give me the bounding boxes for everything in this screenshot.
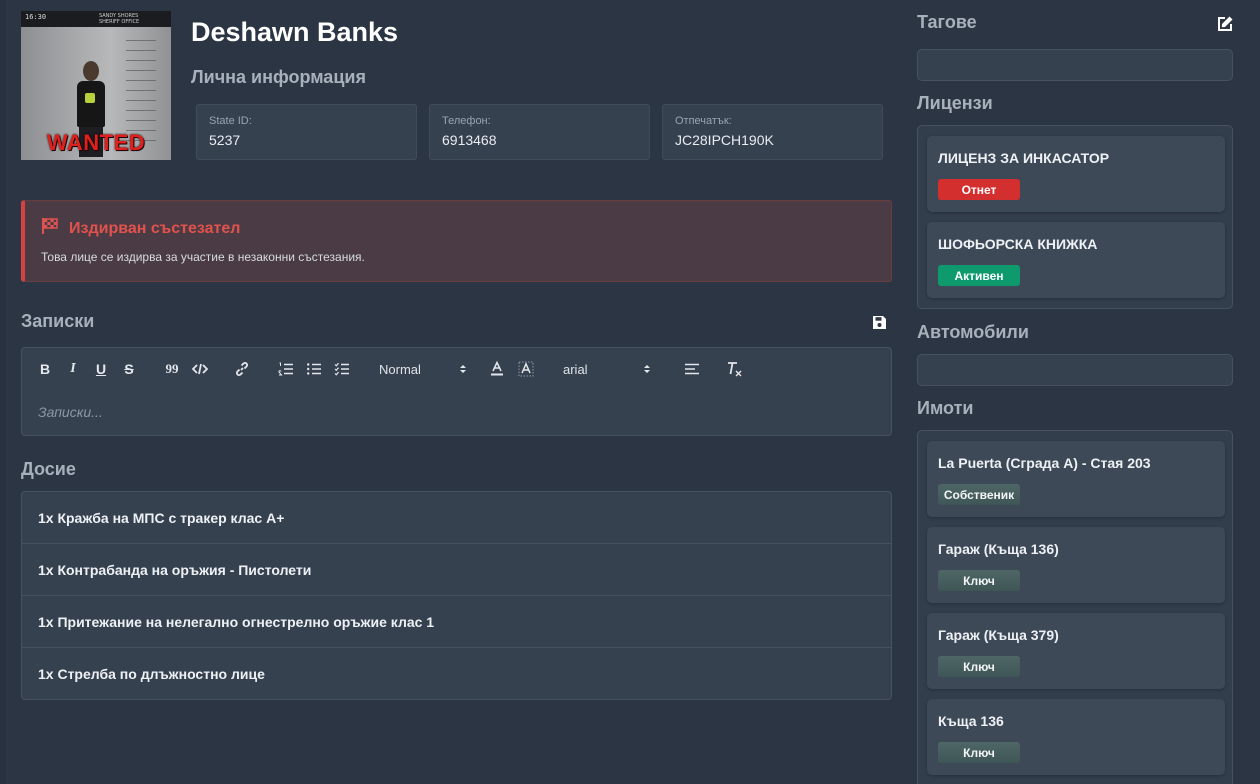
bullet-list-icon <box>307 363 321 375</box>
link-button[interactable] <box>234 360 250 378</box>
property-card[interactable]: Гараж (Къща 379) Ключ <box>927 613 1225 689</box>
strike-button[interactable]: S <box>122 360 136 378</box>
tags-box[interactable] <box>917 49 1233 81</box>
property-role-badge: Собственик <box>938 484 1020 505</box>
background-color-icon <box>518 361 534 377</box>
mugshot-photo: 16:30 SANDY SHORES SHERIFF OFFICE WANTED <box>21 11 171 160</box>
blockquote-button[interactable]: 99 <box>164 360 180 378</box>
header-select[interactable]: Normal <box>379 360 467 378</box>
licenses-title: Лицензи <box>917 93 993 113</box>
clear-format-icon <box>728 362 742 377</box>
property-name: Къща 136 <box>938 713 1004 729</box>
background-color-button[interactable] <box>518 360 534 378</box>
dossier-item[interactable]: 1x Контрабанда на оръжия - Пистолети <box>22 544 891 596</box>
dossier-item[interactable]: 1x Стрелба по длъжностно лице <box>22 648 891 699</box>
vehicles-title: Автомобили <box>917 322 1029 342</box>
text-color-icon <box>491 361 503 376</box>
licenses-panel: ЛИЦЕНЗ ЗА ИНКАСАТОР Отнет ШОФЬОРСКА КНИЖ… <box>917 125 1233 309</box>
dossier-title: Досие <box>21 459 76 479</box>
properties-panel: La Puerta (Сграда А) - Стая 203 Собствен… <box>917 430 1233 784</box>
underline-button[interactable]: U <box>94 360 108 378</box>
state-id-label: State ID: <box>209 115 252 127</box>
property-name: La Puerta (Сграда А) - Стая 203 <box>938 455 1151 471</box>
code-icon <box>192 363 208 375</box>
license-name: ШОФЬОРСКА КНИЖКА <box>938 236 1098 252</box>
person-head <box>83 61 99 81</box>
checklist-icon <box>334 362 349 376</box>
fingerprint-label: Отпечатък: <box>675 115 732 127</box>
license-card[interactable]: ЛИЦЕНЗ ЗА ИНКАСАТОР Отнет <box>927 136 1225 212</box>
notes-editor: B I U S 99 Normal arial Записки... <box>21 347 892 436</box>
select-arrows-icon <box>644 365 650 373</box>
fingerprint-field: Отпечатък: JC28IPCH190K <box>662 104 883 160</box>
dossier-list: 1x Кражба на МПС с тракер клас А+ 1x Кон… <box>21 491 892 700</box>
bullet-list-button[interactable] <box>306 360 322 378</box>
person-name: Deshawn Banks <box>191 17 399 47</box>
property-role-badge: Ключ <box>938 742 1020 763</box>
select-arrows-icon <box>460 365 466 373</box>
property-card[interactable]: La Puerta (Сграда А) - Стая 203 Собствен… <box>927 441 1225 517</box>
text-color-button[interactable] <box>490 360 504 378</box>
left-edge <box>0 0 6 784</box>
fingerprint-value: JC28IPCH190K <box>675 132 774 148</box>
license-name: ЛИЦЕНЗ ЗА ИНКАСАТОР <box>938 150 1110 166</box>
code-block-button[interactable] <box>192 360 208 378</box>
phone-field: Телефон: 6913468 <box>429 104 650 160</box>
font-select[interactable]: arial <box>563 360 651 378</box>
shirt-print <box>85 93 95 103</box>
property-role-badge: Ключ <box>938 570 1020 591</box>
alert-title: Издирван състезател <box>69 220 241 237</box>
align-left-icon <box>685 363 699 375</box>
header-select-value: Normal <box>379 361 421 377</box>
tags-title: Тагове <box>917 12 977 32</box>
save-icon[interactable] <box>872 315 887 330</box>
photo-timecode: 16:30 <box>25 13 47 21</box>
property-card[interactable]: Гараж (Къща 136) Ключ <box>927 527 1225 603</box>
font-select-value: arial <box>563 361 588 377</box>
property-card[interactable]: Къща 136 Ключ <box>927 699 1225 775</box>
edit-tags-icon[interactable] <box>1216 15 1234 33</box>
vehicles-box[interactable] <box>917 354 1233 386</box>
license-card[interactable]: ШОФЬОРСКА КНИЖКА Активен <box>927 222 1225 298</box>
ordered-list-button[interactable] <box>278 360 294 378</box>
editor-toolbar: B I U S 99 Normal arial <box>22 348 891 390</box>
checklist-button[interactable] <box>334 360 350 378</box>
wanted-racer-alert: Издирван състезател Това лице се издирва… <box>21 200 892 282</box>
phone-value: 6913468 <box>442 132 497 148</box>
height-chart <box>126 31 156 141</box>
dossier-item[interactable]: 1x Притежание на нелегално огнестрелно о… <box>22 596 891 648</box>
notes-input[interactable]: Записки... <box>38 404 103 420</box>
license-status-badge: Отнет <box>938 179 1020 200</box>
license-status-badge: Активен <box>938 265 1020 286</box>
ordered-list-icon <box>278 362 293 376</box>
wanted-overlay: WANTED <box>46 130 146 155</box>
person-body <box>77 81 105 127</box>
italic-button[interactable]: I <box>66 360 80 378</box>
align-button[interactable] <box>684 360 700 378</box>
state-id-field: State ID: 5237 <box>196 104 417 160</box>
bold-button[interactable]: B <box>38 360 52 378</box>
dossier-item[interactable]: 1x Кражба на МПС с тракер клас А+ <box>22 492 891 544</box>
property-name: Гараж (Къща 379) <box>938 627 1059 643</box>
alert-text: Това лице се издирва за участие в незако… <box>41 250 365 264</box>
photo-caption: SANDY SHORES SHERIFF OFFICE <box>99 13 140 25</box>
phone-label: Телефон: <box>442 115 491 127</box>
notes-title: Записки <box>21 311 95 331</box>
checkered-flag-icon <box>41 217 59 240</box>
link-icon <box>236 362 248 376</box>
property-role-badge: Ключ <box>938 656 1020 677</box>
property-name: Гараж (Къща 136) <box>938 541 1059 557</box>
clear-format-button[interactable] <box>726 360 742 378</box>
properties-title: Имоти <box>917 398 974 418</box>
personal-info-title: Лична информация <box>191 67 366 87</box>
state-id-value: 5237 <box>209 132 241 148</box>
